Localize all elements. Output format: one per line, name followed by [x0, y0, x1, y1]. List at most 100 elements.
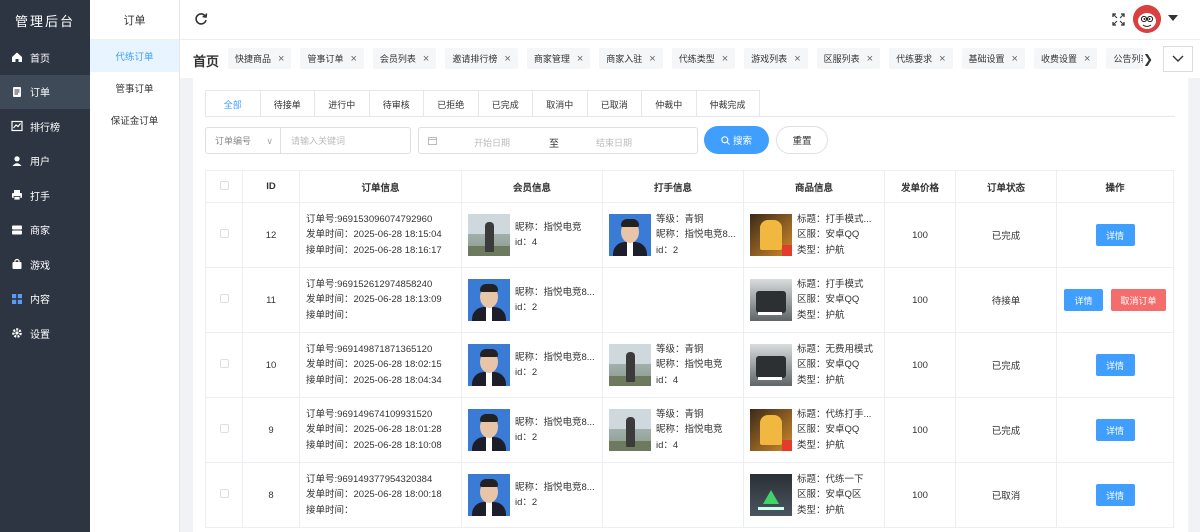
tab-tag[interactable]: 公告列表×: [1106, 48, 1143, 69]
actions-cell: 详情: [1056, 332, 1174, 398]
tag-label: 公告列表: [1113, 54, 1143, 64]
tab-tag[interactable]: 商家入驻 ×: [599, 48, 663, 69]
order-info-cell: 订单号:969152612974858240 发单时间：2025-06-28 18…: [299, 267, 462, 333]
order-id: 12: [242, 202, 300, 268]
status-tab[interactable]: 取消中: [533, 91, 588, 117]
row-checkbox[interactable]: [219, 294, 229, 303]
subnav-item[interactable]: 管事订单: [90, 72, 179, 104]
order-info-line: 订单号:969152612974858240: [306, 278, 433, 290]
tag-label: 商家入驻: [606, 54, 643, 64]
info-line: id：2: [515, 432, 538, 443]
row-checkbox[interactable]: [219, 489, 229, 498]
row-checkbox[interactable]: [219, 229, 229, 238]
close-icon[interactable]: ×: [867, 53, 873, 65]
info-lines: 昵称：指悦电竞 id：4: [515, 220, 582, 251]
tab-tag[interactable]: 代练要求 ×: [889, 48, 953, 69]
close-icon[interactable]: ×: [649, 53, 655, 65]
sidebar-item[interactable]: 首页: [0, 40, 90, 75]
goods-info: 标题：代练一下 区服：安卓Q区 类型：护航: [744, 472, 884, 519]
status-tab[interactable]: 待审核: [369, 91, 424, 117]
close-icon[interactable]: ×: [350, 53, 356, 65]
sidebar-item[interactable]: 打手: [0, 178, 90, 213]
cancel-order-button[interactable]: 取消订单: [1111, 289, 1166, 311]
sidebar-item[interactable]: 商家: [0, 213, 90, 248]
gear-icon: [11, 327, 23, 339]
close-icon[interactable]: ×: [1012, 53, 1018, 65]
detail-button[interactable]: 详情: [1064, 289, 1103, 311]
sidebar-item[interactable]: 内容: [0, 282, 90, 317]
tab-tag[interactable]: 收费设置 ×: [1033, 48, 1098, 69]
column-header: 打手信息: [602, 170, 744, 203]
search-button[interactable]: 搜索: [704, 126, 769, 154]
tab-tag[interactable]: 快捷商品 ×: [228, 48, 292, 69]
close-icon[interactable]: ×: [722, 53, 728, 65]
detail-button[interactable]: 详情: [1095, 484, 1135, 506]
member-info-cell: 昵称：指悦电竞8... id：2: [461, 397, 603, 463]
close-icon[interactable]: ×: [423, 53, 429, 65]
status-tab[interactable]: 已取消: [587, 91, 642, 117]
status-tab[interactable]: 仲裁中: [642, 91, 697, 117]
caret-down-icon[interactable]: [1168, 15, 1178, 21]
avatar: [609, 409, 651, 451]
status-tab[interactable]: 待接单: [260, 91, 315, 117]
tab-tag[interactable]: 管事订单 ×: [300, 48, 364, 69]
sidebar-item[interactable]: 用户: [0, 144, 90, 179]
status-tab[interactable]: 进行中: [315, 91, 370, 117]
info-line: id：2: [656, 244, 679, 256]
row-checkbox[interactable]: [219, 424, 229, 433]
status-tab[interactable]: 已拒绝: [424, 91, 479, 117]
avatar: [468, 344, 510, 386]
goods-info: 标题：打手模式... 区服：安卓QQ 类型：护航: [744, 212, 884, 259]
tab-tag[interactable]: 基础设置 ×: [961, 48, 1025, 69]
column-header: 会员信息: [461, 170, 603, 203]
tab-tag[interactable]: 代练类型 ×: [671, 48, 736, 69]
tab-tag[interactable]: 会员列表 ×: [372, 48, 437, 69]
status-tab[interactable]: 全部: [206, 91, 261, 117]
goods-info-cell: 标题：打手模式... 区服：安卓QQ 类型：护航: [743, 202, 885, 268]
tab-tag[interactable]: 商家管理 ×: [526, 48, 591, 69]
tab-tag[interactable]: 区服列表 ×: [816, 48, 881, 69]
search-field-select[interactable]: 订单编号 ∨: [205, 127, 280, 154]
close-icon[interactable]: ×: [1084, 53, 1090, 65]
search-icon: [721, 135, 730, 145]
chevron-right-icon[interactable]: ❯: [1143, 52, 1153, 66]
page-title[interactable]: 首页: [193, 51, 219, 70]
sidebar-item[interactable]: 游戏: [0, 247, 90, 282]
select-all-checkbox[interactable]: [219, 180, 229, 190]
tab-tag[interactable]: 邀请排行榜 ×: [445, 48, 518, 69]
tags-dropdown-button[interactable]: [1163, 46, 1193, 72]
reset-button[interactable]: 重置: [776, 126, 828, 154]
tag-list: 快捷商品 × 管事订单 × 会员列表 × 邀请排行榜 × 商家管理 × 商家入驻 × 代练类型 × 游戏列表…: [228, 48, 1143, 70]
keyword-input[interactable]: 请输入关键词: [280, 127, 411, 154]
order-info-line: 接单时间：: [306, 309, 354, 321]
fullscreen-icon[interactable]: [1112, 13, 1125, 26]
goods-info-cell: 标题：打手模式 区服：安卓QQ 类型：护航: [743, 267, 885, 333]
detail-button[interactable]: 详情: [1095, 224, 1135, 246]
subnav-item[interactable]: 代练订单: [90, 40, 179, 72]
close-icon[interactable]: ×: [794, 53, 800, 65]
refresh-icon[interactable]: [194, 12, 208, 26]
status-tab[interactable]: 已完成: [478, 91, 533, 117]
info-line: 区服：安卓QQ: [797, 359, 860, 371]
close-icon[interactable]: ×: [577, 53, 583, 65]
row-select-cell: [205, 462, 243, 528]
close-icon[interactable]: ×: [278, 53, 284, 65]
sidebar-item[interactable]: 订单: [0, 74, 90, 109]
close-icon[interactable]: ×: [504, 53, 510, 65]
tab-tag[interactable]: 游戏列表 ×: [744, 48, 808, 69]
detail-button[interactable]: 详情: [1095, 419, 1135, 441]
detail-button[interactable]: 详情: [1095, 354, 1135, 376]
sidebar-item-label: 首页: [30, 53, 50, 65]
sidebar-item[interactable]: 设置: [0, 316, 90, 351]
order-price: 100: [884, 397, 956, 463]
subnav-item[interactable]: 保证金订单: [90, 104, 179, 136]
date-start-placeholder: 开始日期: [474, 138, 511, 148]
close-icon[interactable]: ×: [939, 53, 945, 65]
user-avatar[interactable]: [1133, 5, 1161, 33]
date-range-picker[interactable]: 开始日期 至 结束日期: [418, 127, 698, 154]
row-checkbox[interactable]: [219, 359, 229, 368]
info-line: 类型：护航: [797, 374, 845, 386]
sidebar-item[interactable]: 排行榜: [0, 109, 90, 144]
date-end-placeholder: 结束日期: [596, 138, 633, 148]
status-tab[interactable]: 仲裁完成: [696, 91, 759, 117]
